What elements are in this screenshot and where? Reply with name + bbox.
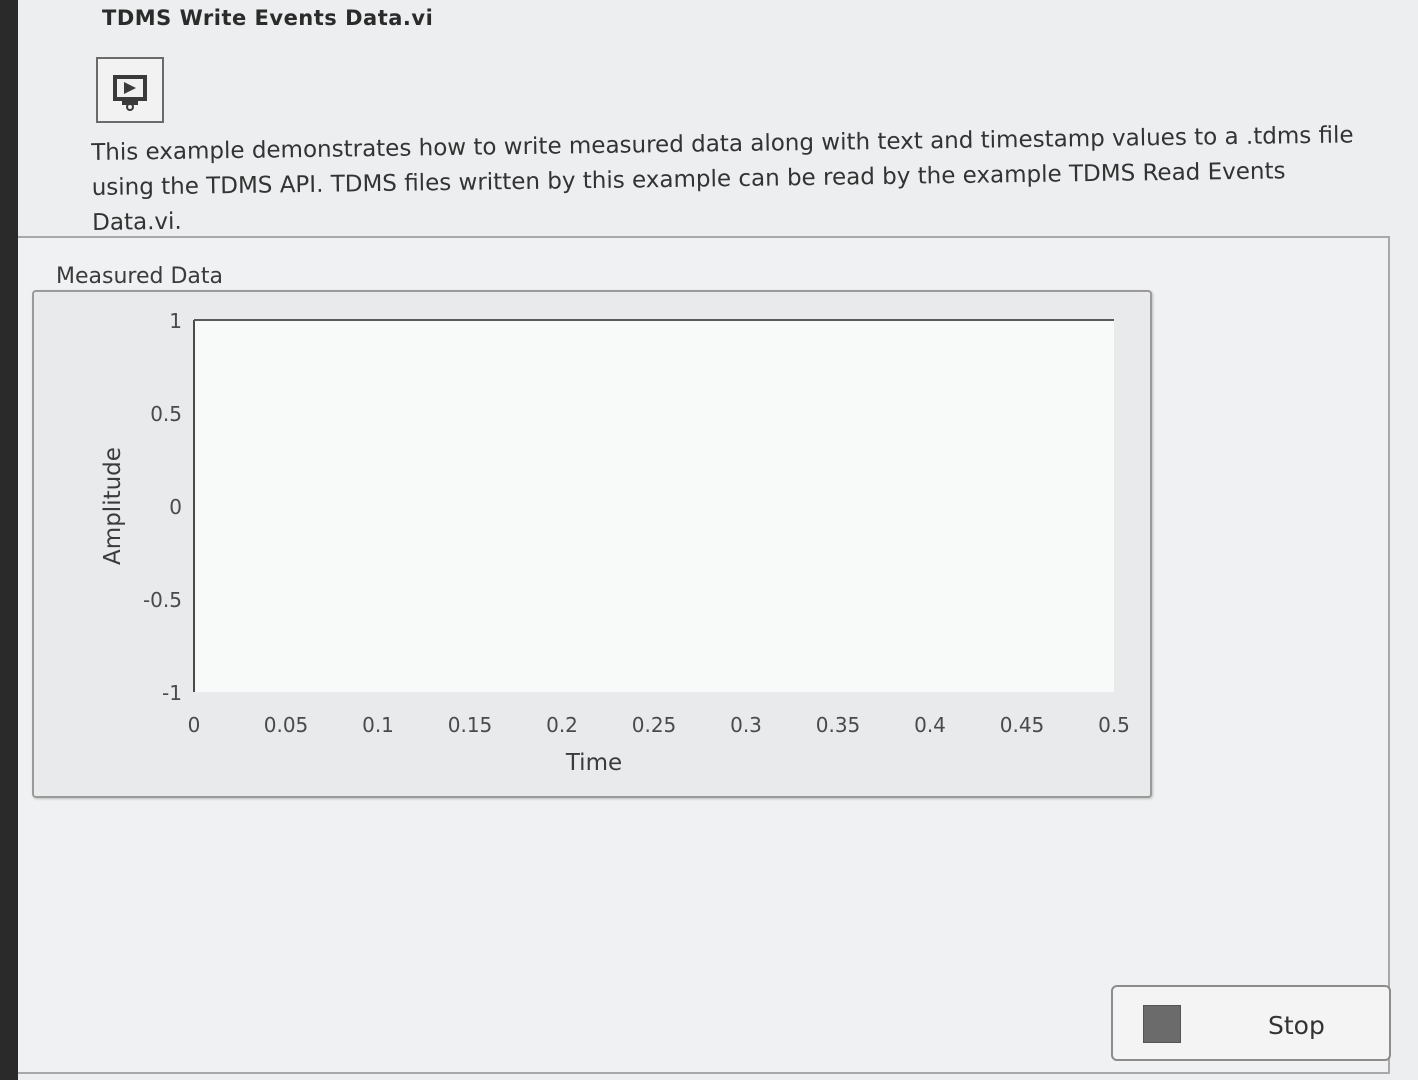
plot-background [194, 320, 1114, 692]
plot-area: 10.50-0.5-10 0.05 0.1 0.15 0.2 0.25 0.3 0.35 0.4… [100, 309, 1130, 776]
y-tick-label: 0 [169, 495, 182, 519]
vi-title: TDMS Write Events Data.vi [102, 6, 434, 30]
front-panel-window: TDMS Write Events Data.vi This example d… [18, 0, 1418, 1080]
vi-icon-graphic [113, 75, 147, 111]
x-tick-label: 0.05 [264, 713, 309, 737]
x-tick-label: 0.15 [448, 713, 493, 737]
x-tick-label: 0.4 [914, 713, 946, 737]
x-tick-label: 0.2 [546, 713, 578, 737]
x-axis-label: Time [565, 750, 622, 776]
x-tick-label: 0.25 [632, 713, 677, 737]
x-tick-label: 0.35 [816, 713, 861, 737]
x-tick-label: 0.45 [1000, 713, 1045, 737]
y-tick-label: 1 [169, 309, 182, 333]
stop-button-label: Stop [1268, 1011, 1325, 1040]
stop-led-icon [1143, 1005, 1181, 1043]
graph-label: Measured Data [56, 264, 223, 289]
y-axis-label: Amplitude [100, 447, 126, 565]
x-tick-label: 0.3 [730, 713, 762, 737]
x-tick-label: 0.1 [362, 713, 394, 737]
y-tick-label: -0.5 [143, 588, 182, 612]
vi-description: This example demonstrates how to write m… [91, 122, 1354, 236]
stop-button[interactable]: Stop [1111, 985, 1391, 1061]
y-tick-label: 0.5 [150, 402, 182, 426]
vi-icon [96, 57, 164, 123]
y-tick-label: -1 [162, 681, 182, 705]
x-tick-label: 0 [188, 713, 201, 737]
x-tick-label: 0.5 [1098, 713, 1130, 737]
